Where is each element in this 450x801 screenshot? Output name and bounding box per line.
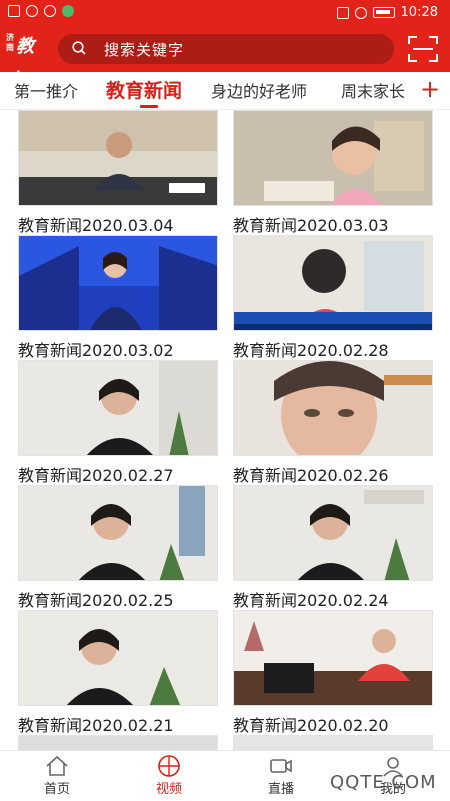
- video-play-icon: [158, 755, 180, 777]
- nav-live[interactable]: 直播: [236, 751, 326, 801]
- video-title: 教育新闻2020.02.25: [18, 591, 174, 610]
- tab-first-recommend[interactable]: 第一推介: [14, 78, 78, 102]
- video-grid: 教育新闻2020.03.04 教育新闻2020.03.03 教育新闻2020.0…: [0, 110, 450, 750]
- video-card[interactable]: 教育新闻2020.02.21: [18, 610, 218, 736]
- wifi-icon: [26, 5, 38, 17]
- video-title: 教育新闻2020.02.28: [233, 341, 389, 360]
- shield-icon: [44, 5, 56, 17]
- search-icon: [72, 41, 86, 55]
- video-thumbnail[interactable]: [18, 735, 218, 750]
- video-thumbnail[interactable]: [18, 485, 218, 581]
- app-header: 10:28 济南 教育 搜索关键字: [0, 0, 450, 91]
- video-card[interactable]: 教育新闻2020.03.02: [18, 235, 218, 361]
- nav-home-label: 首页: [43, 782, 70, 797]
- nav-video-label: 视频: [155, 782, 182, 797]
- tab-good-teachers[interactable]: 身边的好老师: [211, 78, 307, 102]
- video-thumbnail[interactable]: [233, 610, 433, 706]
- video-thumbnail[interactable]: [18, 110, 218, 206]
- video-title: 教育新闻2020.03.03: [233, 216, 389, 235]
- sim-card-icon: [8, 5, 20, 17]
- nav-home[interactable]: 首页: [12, 751, 102, 801]
- video-card[interactable]: [18, 735, 218, 750]
- video-thumbnail[interactable]: [233, 110, 433, 206]
- bluetooth-icon: [354, 6, 367, 19]
- video-card[interactable]: 教育新闻2020.02.20: [233, 610, 433, 736]
- video-title: 教育新闻2020.03.02: [18, 341, 174, 360]
- search-bar[interactable]: 搜索关键字: [58, 34, 394, 64]
- tab-weekend-parents[interactable]: 周末家长: [341, 78, 405, 102]
- add-tab-button[interactable]: +: [410, 72, 450, 109]
- app-logo: 济南 教育: [6, 30, 50, 91]
- video-title: 教育新闻2020.02.21: [18, 716, 174, 735]
- video-card[interactable]: 教育新闻2020.02.25: [18, 485, 218, 611]
- video-card[interactable]: 教育新闻2020.03.04: [18, 110, 218, 236]
- nav-live-label: 直播: [267, 782, 294, 797]
- video-title: 教育新闻2020.02.20: [233, 716, 389, 735]
- status-time: 10:28: [400, 5, 438, 20]
- watermark: QQTE.COM: [330, 772, 437, 793]
- video-card[interactable]: 教育新闻2020.02.28: [233, 235, 433, 361]
- video-card[interactable]: 教育新闻2020.02.24: [233, 485, 433, 611]
- video-thumbnail[interactable]: [233, 360, 433, 456]
- app-notification-icon: [62, 5, 74, 17]
- video-card[interactable]: 教育新闻2020.02.27: [18, 360, 218, 486]
- home-icon: [46, 755, 68, 776]
- camera-icon: [270, 759, 292, 773]
- video-thumbnail[interactable]: [233, 235, 433, 331]
- tab-education-news[interactable]: 教育新闻: [106, 76, 182, 103]
- logo-small-text: 济南: [6, 32, 14, 52]
- nav-video[interactable]: 视频: [124, 751, 214, 801]
- video-card[interactable]: 教育新闻2020.02.26: [233, 360, 433, 486]
- video-thumbnail[interactable]: [18, 235, 218, 331]
- category-tabs: 第一推介 教育新闻 身边的好老师 周末家长: [0, 72, 450, 110]
- battery-icon: [372, 7, 395, 18]
- scan-icon[interactable]: [408, 36, 438, 62]
- video-title: 教育新闻2020.02.27: [18, 466, 174, 485]
- nfc-icon: [336, 6, 349, 19]
- video-title: 教育新闻2020.02.26: [233, 466, 389, 485]
- video-thumbnail[interactable]: [18, 610, 218, 706]
- search-placeholder: 搜索关键字: [104, 41, 185, 59]
- video-title: 教育新闻2020.02.24: [233, 591, 389, 610]
- video-card[interactable]: 教育新闻2020.03.03: [233, 110, 433, 236]
- video-thumbnail[interactable]: [233, 485, 433, 581]
- video-thumbnail[interactable]: [233, 735, 433, 750]
- video-card[interactable]: [233, 735, 433, 750]
- status-bar: 10:28: [0, 0, 450, 26]
- video-title: 教育新闻2020.03.04: [18, 216, 174, 235]
- active-tab-indicator: [140, 105, 158, 108]
- video-thumbnail[interactable]: [18, 360, 218, 456]
